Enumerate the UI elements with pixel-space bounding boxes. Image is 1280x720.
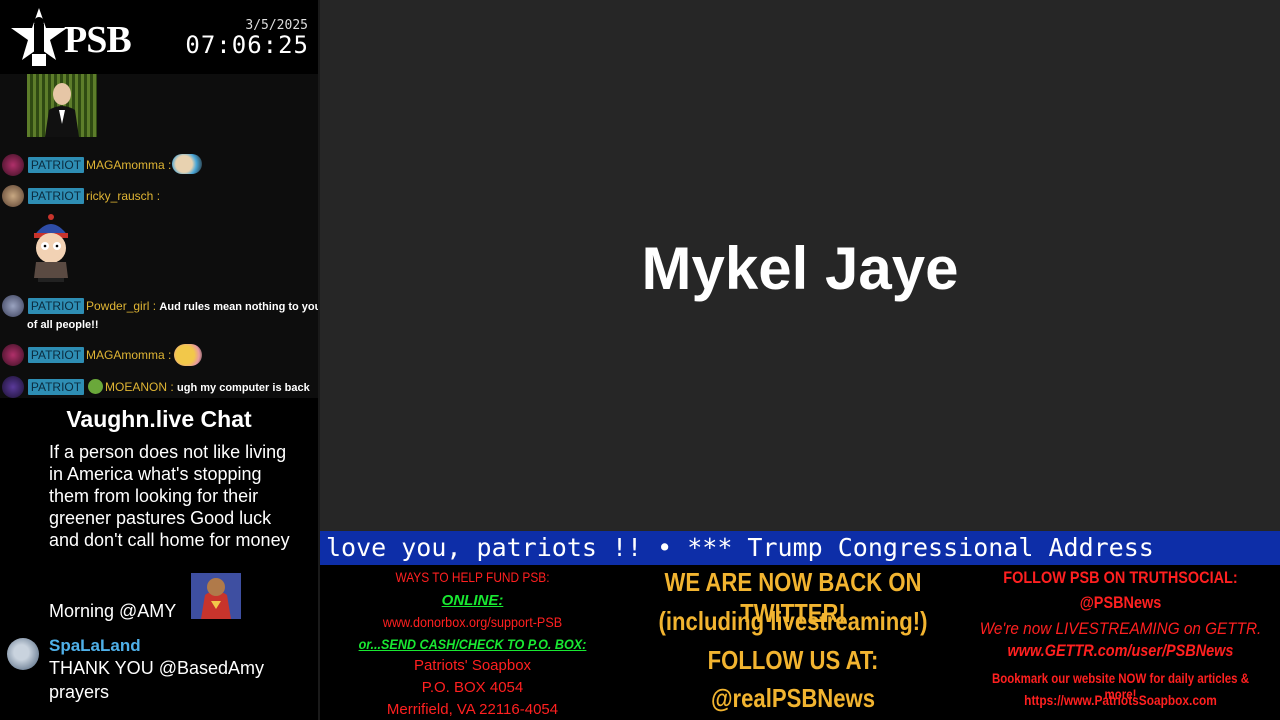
mail-box: P.O. BOX 4054 <box>421 679 524 696</box>
chat-message: PATRIOT MAGAmomma : <box>0 154 318 176</box>
chat-username[interactable]: Powder_girl : Aud rules mean nothing to … <box>86 299 318 313</box>
speaker-name: Mykel Jaye <box>641 235 959 302</box>
gettr-heading: We're now LIVESTREAMING on GETTR. <box>979 619 1262 638</box>
moeanon-icon <box>88 379 103 394</box>
superhero-sticker <box>191 573 241 619</box>
avatar <box>2 185 24 207</box>
chat-username[interactable]: MOEANON : ugh my computer is back <box>105 380 310 394</box>
chat-username[interactable]: ricky_rausch : <box>86 189 160 203</box>
mail-label: or...SEND CASH/CHECK TO P.O. BOX: <box>358 636 587 652</box>
vaughn-message: Morning @AMY <box>49 601 177 621</box>
chat-message: PATRIOT ricky_rausch : <box>0 185 318 207</box>
vaughn-chat[interactable]: Vaughn.live Chat If a person does not li… <box>0 398 318 720</box>
truthsocial-heading: FOLLOW PSB ON TRUTHSOCIAL: <box>1003 568 1238 587</box>
avatar <box>2 376 24 398</box>
psb-star-logo-icon <box>11 8 67 66</box>
avatar <box>2 295 24 317</box>
patriot-badge: PATRIOT <box>28 188 84 204</box>
avatar <box>2 344 24 366</box>
twitter-panel: WE ARE NOW BACK ON TWITTER! (including l… <box>625 565 961 720</box>
twitter-handle[interactable]: @realPSBNews <box>650 683 936 714</box>
patriot-badge: PATRIOT <box>28 298 84 314</box>
twitter-follow-label: FOLLOW US AT: <box>707 645 879 675</box>
fund-online-label: ONLINE: <box>441 592 504 609</box>
twitter-subheading: (including livestreaming!) <box>658 606 928 636</box>
clock-display: 07:06:25 <box>185 31 309 59</box>
website-link[interactable]: https://www.PatriotsSoapbox.com <box>985 692 1256 708</box>
chat-message: PATRIOT MOEANON : ugh my computer is bac… <box>0 376 318 398</box>
chat-message: PATRIOT MAGAmomma : <box>0 344 318 366</box>
chat-text: Aud rules mean nothing to you <box>159 301 318 313</box>
avatar <box>2 154 24 176</box>
mail-name: Patriots' Soapbox <box>413 657 532 674</box>
vaughn-username[interactable]: SpaLaLand <box>49 636 141 656</box>
chat-message: PATRIOT Powder_girl : Aud rules mean not… <box>0 295 318 335</box>
emoji-sticker <box>172 154 202 174</box>
chat-text-continued: of all people!! <box>27 319 99 331</box>
fund-panel: WAYS TO HELP FUND PSB: ONLINE: www.donor… <box>320 565 625 720</box>
fund-heading: WAYS TO HELP FUND PSB: <box>395 569 550 585</box>
avatar <box>7 638 39 670</box>
donation-link[interactable]: www.donorbox.org/support-PSB <box>335 614 610 630</box>
sticker-image <box>27 74 97 137</box>
vaughn-chat-title: Vaughn.live Chat <box>66 406 252 432</box>
chat-username[interactable]: MAGAmomma : <box>86 348 171 362</box>
vaughn-message: THANK YOU @BasedAmy prayers <box>49 658 264 702</box>
gettr-link[interactable]: www.GETTR.com/user/PSBNews <box>985 641 1256 661</box>
thumbs-up-emoji-icon <box>174 344 202 366</box>
main-stage: Mykel Jaye <box>320 0 1280 531</box>
truthsocial-panel: FOLLOW PSB ON TRUTHSOCIAL: @PSBNews We'r… <box>961 565 1280 720</box>
ticker-text: love you, patriots !! • *** Trump Congre… <box>326 533 1154 562</box>
truthsocial-handle[interactable]: @PSBNews <box>985 593 1256 613</box>
info-panels: WAYS TO HELP FUND PSB: ONLINE: www.donor… <box>320 565 1280 720</box>
news-ticker: love you, patriots !! • *** Trump Congre… <box>320 531 1280 565</box>
chat-username[interactable]: MAGAmomma : <box>86 158 171 172</box>
chat-text: ugh my computer is back <box>177 382 310 394</box>
patriot-badge: PATRIOT <box>28 157 84 173</box>
mail-city: Merrifield, VA 22116-4054 <box>386 701 559 718</box>
cartoon-sticker <box>28 214 74 282</box>
vaughn-message: If a person does not like living in Amer… <box>49 442 290 550</box>
chat-feed[interactable]: PATRIOT MAGAmomma : PATRIOT ricky_rausch… <box>0 74 318 398</box>
patriot-badge: PATRIOT <box>28 347 84 363</box>
patriot-badge: PATRIOT <box>28 379 84 395</box>
stream-header: PSB 3/5/2025 07:06:25 <box>0 0 318 74</box>
logo-text: PSB <box>64 19 132 61</box>
